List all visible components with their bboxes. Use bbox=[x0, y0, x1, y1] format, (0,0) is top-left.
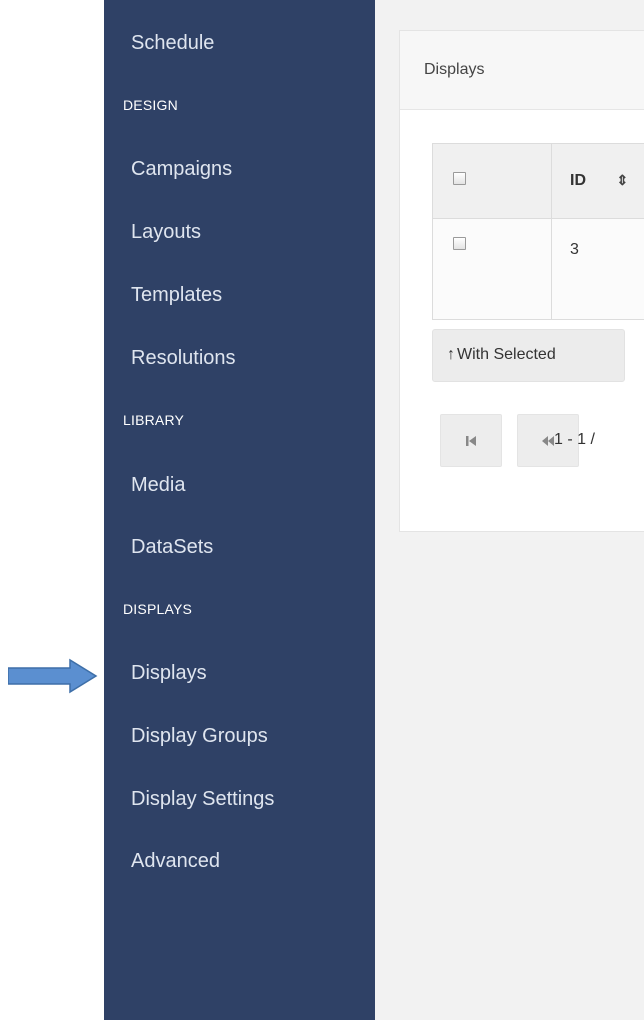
displays-table: ID ⇕ 3 bbox=[432, 143, 644, 320]
id-column-label: ID bbox=[570, 172, 586, 189]
arrow-up-icon: ↑ bbox=[447, 346, 455, 363]
with-selected-label: With Selected bbox=[457, 346, 556, 363]
right-arrow-icon bbox=[8, 658, 98, 694]
sidebar-item-display-settings[interactable]: Display Settings bbox=[131, 788, 274, 811]
sidebar-header-displays: DISPLAYS bbox=[123, 601, 193, 617]
sidebar-item-media[interactable]: Media bbox=[131, 474, 185, 497]
sidebar-header-library: LIBRARY bbox=[123, 412, 185, 428]
sidebar-item-layouts[interactable]: Layouts bbox=[131, 221, 201, 244]
panel-header: Displays bbox=[400, 31, 644, 110]
sort-icon[interactable]: ⇕ bbox=[616, 172, 628, 189]
first-page-icon bbox=[466, 435, 476, 446]
select-all-checkbox[interactable] bbox=[453, 172, 466, 185]
sidebar-item-display-groups[interactable]: Display Groups bbox=[131, 725, 268, 748]
sidebar: Schedule DESIGN Campaigns Layouts Templa… bbox=[104, 0, 375, 1020]
pager-info: 1 - 1 / bbox=[554, 431, 595, 448]
sidebar-header-design: DESIGN bbox=[123, 97, 178, 113]
table-header-row: ID ⇕ bbox=[432, 143, 644, 219]
table-row[interactable]: 3 bbox=[432, 218, 644, 320]
sidebar-item-datasets[interactable]: DataSets bbox=[131, 536, 213, 559]
select-all-header bbox=[432, 143, 552, 219]
row-checkbox[interactable] bbox=[453, 237, 466, 250]
with-selected-button[interactable]: ↑ With Selected bbox=[432, 329, 625, 382]
displays-panel: Displays ID ⇕ 3 ↑ With Selected 1 - 1 / bbox=[399, 30, 644, 532]
row-select-cell bbox=[432, 218, 552, 320]
id-column-header[interactable]: ID ⇕ bbox=[551, 143, 644, 219]
sidebar-item-schedule[interactable]: Schedule bbox=[131, 32, 214, 55]
sidebar-item-displays[interactable]: Displays bbox=[131, 662, 207, 685]
sidebar-item-resolutions[interactable]: Resolutions bbox=[131, 347, 236, 370]
sidebar-item-advanced[interactable]: Advanced bbox=[131, 850, 220, 873]
row-id-cell: 3 bbox=[551, 218, 644, 320]
main-content: Displays ID ⇕ 3 ↑ With Selected 1 - 1 / bbox=[375, 0, 644, 1020]
sidebar-item-campaigns[interactable]: Campaigns bbox=[131, 158, 232, 181]
sidebar-item-templates[interactable]: Templates bbox=[131, 284, 222, 307]
first-page-button[interactable] bbox=[440, 414, 502, 467]
page-title: Displays bbox=[424, 61, 485, 78]
